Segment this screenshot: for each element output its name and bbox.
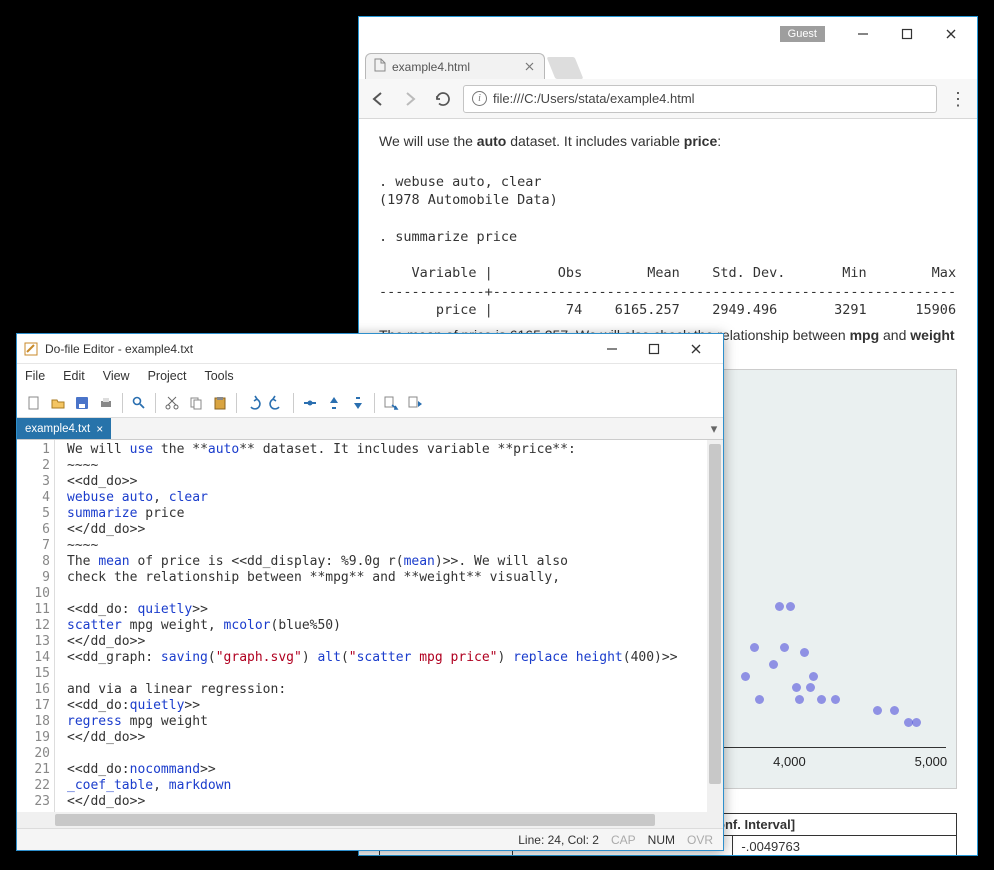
chart-point [786, 602, 795, 611]
horizontal-scrollbar[interactable] [17, 812, 723, 828]
back-button[interactable] [367, 88, 389, 110]
browser-tab[interactable]: example4.html [365, 53, 545, 79]
x-tick: 4,000 [773, 754, 806, 769]
bookmark-prev-icon[interactable] [323, 392, 345, 414]
minimize-button[interactable] [591, 336, 633, 362]
editor-titlebar: Do-file Editor - example4.txt [17, 334, 723, 364]
chart-point [831, 695, 840, 704]
menu-file[interactable]: File [25, 369, 45, 383]
intro-paragraph: We will use the auto dataset. It include… [379, 133, 957, 149]
editor-statusbar: Line: 24, Col: 2 CAP NUM OVR [17, 828, 723, 850]
editor-menubar: File Edit View Project Tools [17, 364, 723, 388]
scrollbar-thumb[interactable] [55, 814, 655, 826]
redo-icon[interactable] [266, 392, 288, 414]
chart-point [755, 695, 764, 704]
tab-strip: example4.html [359, 51, 977, 79]
chart-point [750, 643, 759, 652]
editor-body: 1234567891011121314151617181920212223 We… [17, 440, 723, 812]
guest-badge: Guest [780, 26, 825, 42]
browser-toolbar: i file:///C:/Users/stata/example4.html ⋮ [359, 79, 977, 119]
file-icon [374, 58, 386, 75]
new-icon[interactable] [23, 392, 45, 414]
chart-point [769, 660, 778, 669]
site-info-icon[interactable]: i [472, 91, 487, 106]
tab-close-icon[interactable] [522, 60, 536, 74]
save-icon[interactable] [71, 392, 93, 414]
cut-icon[interactable] [161, 392, 183, 414]
chart-point [780, 643, 789, 652]
editor-window: Do-file Editor - example4.txt File Edit … [16, 333, 724, 851]
menu-edit[interactable]: Edit [63, 369, 85, 383]
print-icon[interactable] [95, 392, 117, 414]
chart-point [873, 706, 882, 715]
bookmark-toggle-icon[interactable] [299, 392, 321, 414]
forward-button[interactable] [399, 88, 421, 110]
minimize-button[interactable] [841, 20, 885, 48]
maximize-button[interactable] [885, 20, 929, 48]
status-cap: CAP [611, 833, 636, 847]
vertical-scrollbar[interactable] [707, 440, 723, 812]
open-icon[interactable] [47, 392, 69, 414]
chart-point [912, 718, 921, 727]
chart-point [741, 672, 750, 681]
chart-point [792, 683, 801, 692]
code-output: . webuse auto, clear (1978 Automobile Da… [379, 155, 957, 319]
undo-icon[interactable] [242, 392, 264, 414]
chart-point [809, 672, 818, 681]
chart-point [775, 602, 784, 611]
chart-point [806, 683, 815, 692]
copy-icon[interactable] [185, 392, 207, 414]
chart-point [800, 648, 809, 657]
run-icon[interactable] [380, 392, 402, 414]
editor-tab[interactable]: example4.txt × [17, 418, 111, 439]
new-tab-button[interactable] [547, 57, 584, 79]
browser-titlebar: Guest [359, 17, 977, 51]
tab-list-dropdown[interactable]: ▾ [705, 418, 723, 439]
editor-tab-close-icon[interactable]: × [96, 422, 103, 436]
reload-button[interactable] [431, 88, 453, 110]
code-editor[interactable]: We will use the **auto** dataset. It inc… [55, 440, 723, 812]
close-button[interactable] [929, 20, 973, 48]
do-icon[interactable] [404, 392, 426, 414]
close-button[interactable] [675, 336, 717, 362]
status-num: NUM [648, 833, 675, 847]
scrollbar-thumb[interactable] [709, 444, 721, 784]
menu-view[interactable]: View [103, 369, 130, 383]
editor-tabstrip: example4.txt × ▾ [17, 418, 723, 440]
menu-tools[interactable]: Tools [204, 369, 233, 383]
editor-title: Do-file Editor - example4.txt [45, 342, 193, 356]
find-icon[interactable] [128, 392, 150, 414]
address-bar[interactable]: i file:///C:/Users/stata/example4.html [463, 85, 937, 113]
editor-tab-label: example4.txt [25, 423, 90, 435]
menu-project[interactable]: Project [148, 369, 187, 383]
bookmark-next-icon[interactable] [347, 392, 369, 414]
tab-title: example4.html [392, 60, 470, 74]
chart-point [795, 695, 804, 704]
maximize-button[interactable] [633, 336, 675, 362]
chart-point [817, 695, 826, 704]
status-linecol: Line: 24, Col: 2 [518, 833, 599, 847]
url-text: file:///C:/Users/stata/example4.html [493, 91, 695, 106]
paste-icon[interactable] [209, 392, 231, 414]
app-icon [23, 341, 39, 357]
menu-button[interactable]: ⋮ [947, 88, 969, 110]
chart-point [890, 706, 899, 715]
line-gutter: 1234567891011121314151617181920212223 [17, 440, 55, 812]
x-tick: 5,000 [915, 754, 948, 769]
editor-toolbar [17, 388, 723, 418]
status-ovr: OVR [687, 833, 713, 847]
